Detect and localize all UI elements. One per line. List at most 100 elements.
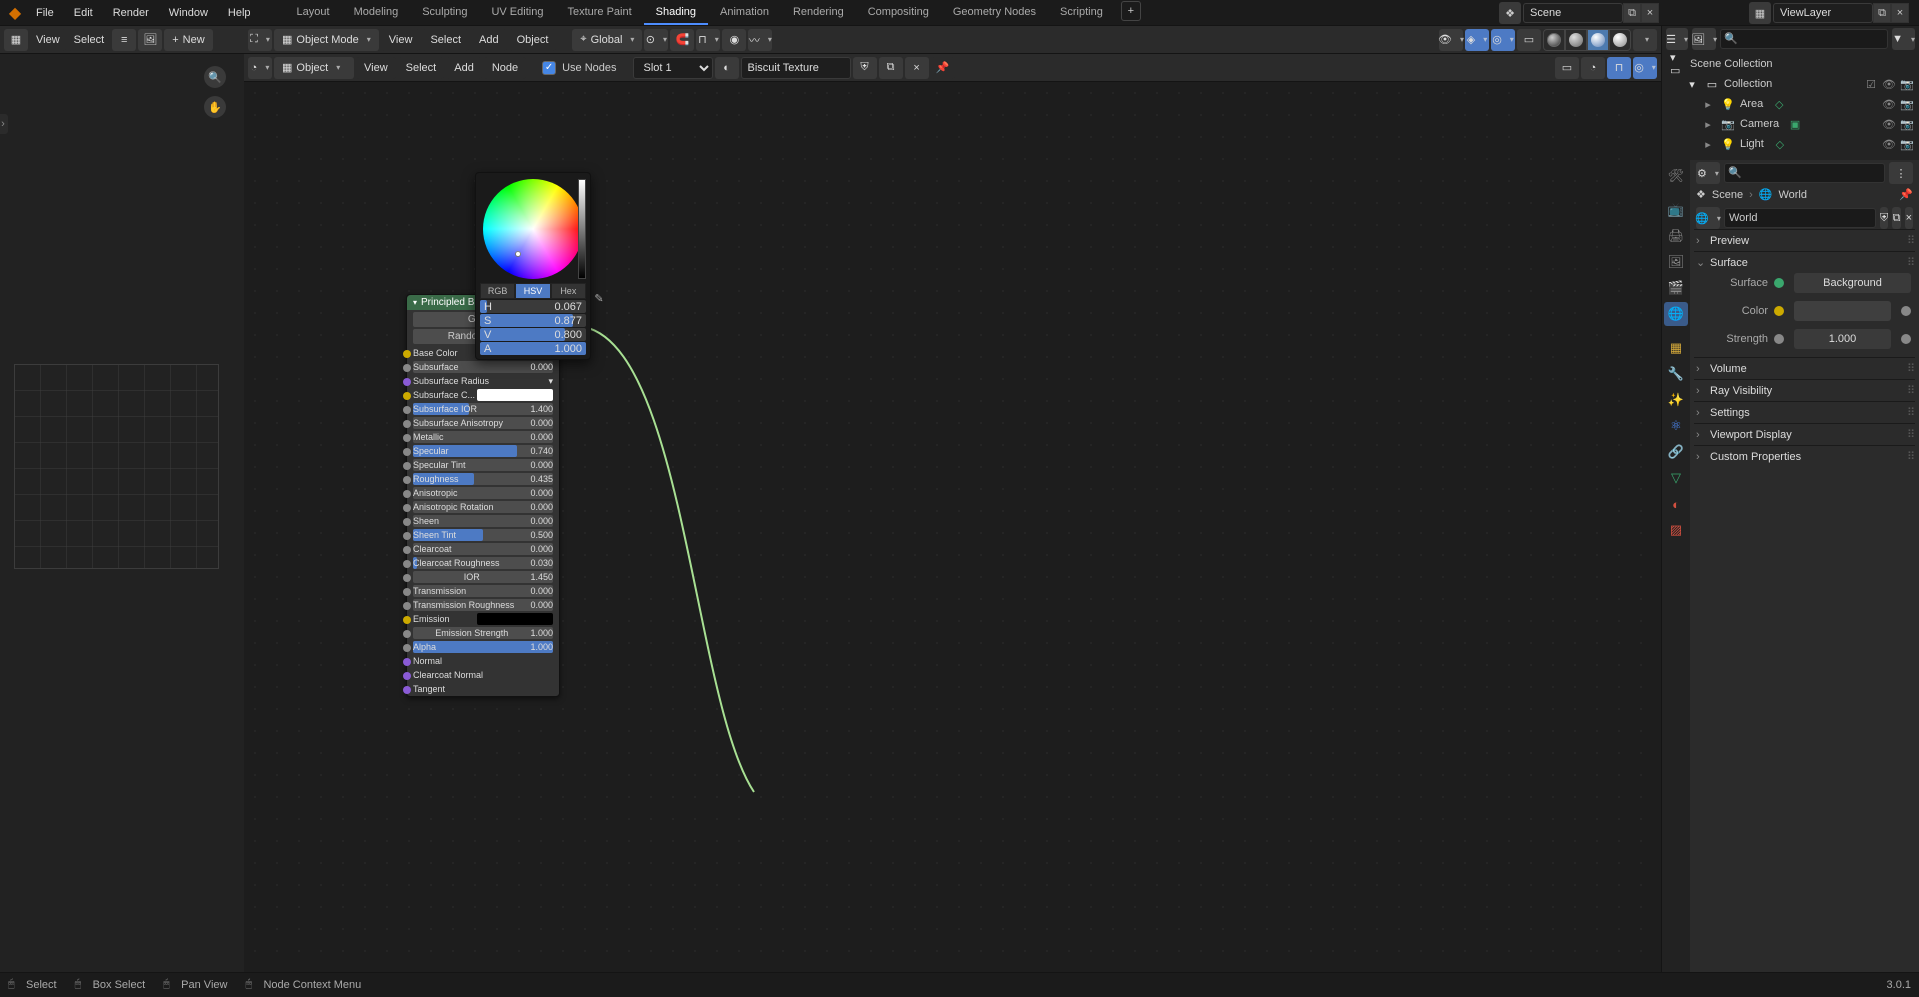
ptab-physics[interactable]: ⚛ <box>1664 414 1688 438</box>
node-input-emission-strength[interactable]: Emission Strength1.000 <box>407 626 559 640</box>
panel-custom[interactable]: Custom Properties⠿ <box>1694 445 1915 467</box>
socket-icon[interactable] <box>403 546 411 554</box>
socket-icon[interactable] <box>403 462 411 470</box>
node-input-clearcoat-normal[interactable]: Clearcoat Normal <box>407 668 559 682</box>
ws-layout[interactable]: Layout <box>285 1 342 25</box>
ptab-render[interactable]: 📺 <box>1664 198 1688 222</box>
socket-icon[interactable] <box>403 504 411 512</box>
node-input-specular[interactable]: Specular0.740 <box>407 444 559 458</box>
vp-menu-add[interactable]: Add <box>471 29 507 51</box>
panel-settings[interactable]: Settings⠿ <box>1694 401 1915 423</box>
ws-comp[interactable]: Compositing <box>856 1 941 25</box>
socket-icon[interactable] <box>403 574 411 582</box>
ws-script[interactable]: Scripting <box>1048 1 1115 25</box>
hsva-h-slider[interactable]: H0.067 <box>480 300 586 313</box>
outliner-item-area[interactable]: ▸ 💡 Area ◇ 👁📷 <box>1666 94 1915 114</box>
socket-icon[interactable] <box>403 490 411 498</box>
hsva-v-slider[interactable]: V0.800 <box>480 328 586 341</box>
node-input-transmission[interactable]: Transmission0.000 <box>407 584 559 598</box>
crumb-scene[interactable]: Scene <box>1712 189 1743 201</box>
socket-icon[interactable] <box>403 392 411 400</box>
ptab-output[interactable]: 🖨 <box>1664 224 1688 248</box>
outliner-filter-button[interactable]: ▼ <box>1892 28 1915 50</box>
socket-icon[interactable] <box>403 350 411 358</box>
pivot-dropdown[interactable]: ⊙ <box>644 29 668 51</box>
menu-edit[interactable]: Edit <box>64 2 103 24</box>
ptab-constraint[interactable]: 🔗 <box>1664 440 1688 464</box>
node-menu-select[interactable]: Select <box>398 57 445 79</box>
socket-icon[interactable] <box>403 420 411 428</box>
material-slot-select[interactable]: Slot 1 <box>633 57 713 79</box>
outliner-collection[interactable]: ▾ ▭ Collection ☑👁📷 <box>1666 74 1915 94</box>
node-menu-node[interactable]: Node <box>484 57 526 79</box>
ws-geonodes[interactable]: Geometry Nodes <box>941 1 1048 25</box>
outliner-view-mode[interactable]: 🖼 <box>1692 28 1716 50</box>
hsva-a-slider[interactable]: A1.000 <box>480 342 586 355</box>
snap-toggle[interactable]: 🧲 <box>670 29 694 51</box>
world-browse[interactable]: 🌐 <box>1696 207 1720 229</box>
menu-file[interactable]: File <box>26 2 64 24</box>
scene-name-input[interactable] <box>1523 3 1623 23</box>
menu-window[interactable]: Window <box>159 2 218 24</box>
material-copy-button[interactable]: ⧉ <box>879 57 903 79</box>
socket-icon[interactable] <box>403 672 411 680</box>
surface-socket-icon[interactable] <box>1774 278 1784 288</box>
node-input-metallic[interactable]: Metallic0.000 <box>407 430 559 444</box>
ptab-material[interactable]: ◐ <box>1664 492 1688 516</box>
image-new-button[interactable]: +New <box>164 29 212 51</box>
collection-exclude-toggle[interactable]: ☑ <box>1863 78 1879 91</box>
crumb-world[interactable]: World <box>1778 189 1807 201</box>
shader-type-dropdown[interactable]: ▦Object <box>274 57 354 79</box>
hide-toggle[interactable]: 👁 <box>1881 98 1897 111</box>
shading-solid[interactable] <box>1565 29 1587 51</box>
socket-icon[interactable] <box>403 378 411 386</box>
node-input-subsurface-c-[interactable]: Subsurface C... <box>407 388 559 402</box>
visibility-dropdown[interactable]: 👁 <box>1439 29 1463 51</box>
node-input-normal[interactable]: Normal <box>407 654 559 668</box>
strength-link-icon[interactable] <box>1901 334 1911 344</box>
node-input-subsurface-radius[interactable]: Subsurface Radius▾ <box>407 374 559 388</box>
collection-hide-toggle[interactable]: 👁 <box>1881 78 1897 91</box>
image-menu-view[interactable]: View <box>30 29 66 51</box>
strength-socket-icon[interactable] <box>1774 334 1784 344</box>
object-mode-dropdown[interactable]: ▦Object Mode <box>274 29 379 51</box>
render-toggle[interactable]: 📷 <box>1899 138 1915 151</box>
value-strip[interactable] <box>578 179 586 279</box>
viewlayer-name-input[interactable] <box>1773 3 1873 23</box>
viewport-editor-type[interactable]: ⛶ <box>248 29 272 51</box>
orientation-dropdown[interactable]: ⌖Global <box>572 29 642 51</box>
hide-toggle[interactable]: 👁 <box>1881 138 1897 151</box>
add-workspace-button[interactable]: + <box>1121 1 1141 21</box>
outliner-display-mode[interactable]: ☰ <box>1666 28 1688 50</box>
world-copy[interactable]: ⧉ <box>1892 207 1900 229</box>
material-pin-button[interactable]: 📌 <box>931 57 955 79</box>
prop-edit-toggle[interactable]: ◉ <box>722 29 746 51</box>
ws-shading[interactable]: Shading <box>644 1 708 25</box>
use-nodes-checkbox[interactable]: ✓ <box>542 61 556 75</box>
node-input-clearcoat-roughness[interactable]: Clearcoat Roughness0.030 <box>407 556 559 570</box>
ptab-viewlayer[interactable]: 🖼 <box>1664 250 1688 274</box>
snap-options[interactable]: ⊓ <box>696 29 720 51</box>
material-unlink-button[interactable]: × <box>905 57 929 79</box>
menu-help[interactable]: Help <box>218 2 261 24</box>
viewlayer-delete-button[interactable]: × <box>1891 3 1909 23</box>
editor-type-dropdown[interactable]: ▦ <box>4 29 28 51</box>
zoom-icon[interactable]: 🔍 <box>204 66 226 88</box>
breadcrumb-pin-icon[interactable]: 📌 <box>1899 188 1913 201</box>
socket-icon[interactable] <box>403 602 411 610</box>
light-data-icon[interactable]: ◇ <box>1772 136 1788 152</box>
node-input-roughness[interactable]: Roughness0.435 <box>407 472 559 486</box>
image-menu-overflow[interactable]: ≡ <box>112 29 136 51</box>
socket-icon[interactable] <box>403 588 411 596</box>
panel-volume[interactable]: Volume⠿ <box>1694 357 1915 379</box>
node-menu-view[interactable]: View <box>356 57 396 79</box>
socket-icon[interactable] <box>403 616 411 624</box>
shading-matprev[interactable] <box>1587 29 1609 51</box>
ws-anim[interactable]: Animation <box>708 1 781 25</box>
vp-menu-object[interactable]: Object <box>509 29 557 51</box>
gizmos-dropdown[interactable]: ◈ <box>1465 29 1489 51</box>
socket-icon[interactable] <box>403 406 411 414</box>
panel-ray[interactable]: Ray Visibility⠿ <box>1694 379 1915 401</box>
color-wheel-cursor[interactable] <box>515 251 521 257</box>
socket-icon[interactable] <box>403 476 411 484</box>
